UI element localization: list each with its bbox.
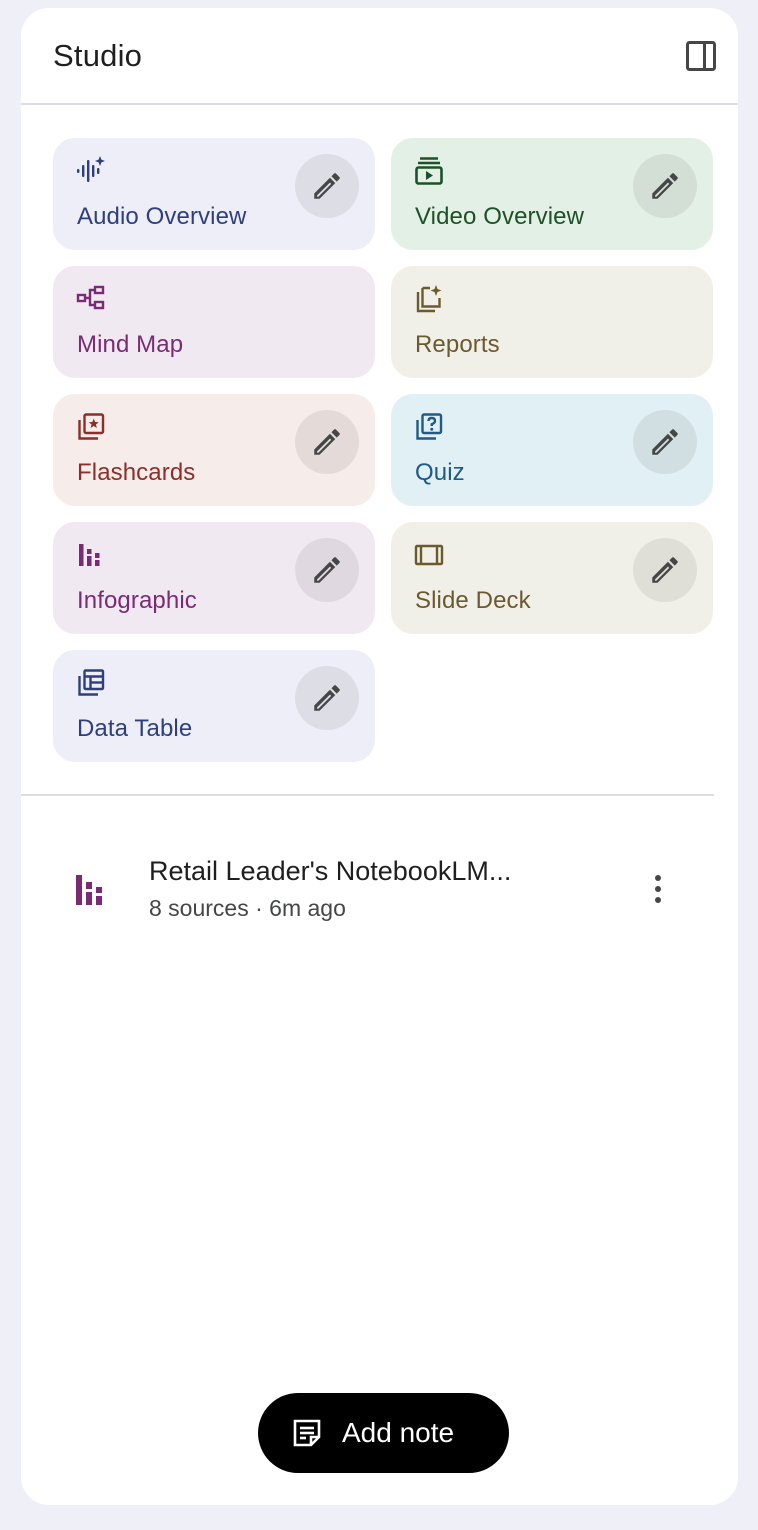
- add-note-button[interactable]: Add note: [258, 1393, 509, 1473]
- pencil-icon: [652, 429, 678, 455]
- edit-infographic-button[interactable]: [295, 538, 359, 602]
- tile-reports[interactable]: Reports: [391, 266, 713, 378]
- tile-label: Infographic: [77, 587, 197, 614]
- tile-label: Flashcards: [77, 459, 196, 486]
- note-icon: [293, 1419, 321, 1447]
- tile-video-overview[interactable]: Video Overview: [391, 138, 713, 250]
- edit-quiz-button[interactable]: [633, 410, 697, 474]
- audio-waveform-sparkle-icon: [77, 156, 105, 182]
- edit-flashcards-button[interactable]: [295, 410, 359, 474]
- pencil-icon: [314, 557, 340, 583]
- tile-quiz[interactable]: Quiz: [391, 394, 713, 506]
- more-vert-icon: [655, 875, 661, 903]
- edit-data-table-button[interactable]: [295, 666, 359, 730]
- pencil-icon: [314, 685, 340, 711]
- video-play-stack-icon: [415, 157, 443, 185]
- studio-header: Studio: [21, 8, 738, 105]
- collapse-panel-button[interactable]: [683, 38, 719, 74]
- panel-title: Studio: [53, 38, 143, 73]
- pencil-icon: [314, 429, 340, 455]
- pencil-icon: [652, 557, 678, 583]
- report-sparkle-icon: [416, 285, 442, 313]
- tile-label: Video Overview: [415, 203, 585, 230]
- infographic-bars-icon: [79, 544, 100, 566]
- slide-deck-icon: [414, 544, 444, 566]
- tile-mind-map[interactable]: Mind Map: [53, 266, 375, 378]
- tile-label: Reports: [415, 331, 500, 358]
- tile-label: Quiz: [415, 459, 465, 486]
- pencil-icon: [314, 173, 340, 199]
- tile-label: Mind Map: [77, 331, 184, 358]
- note-title: Retail Leader's NotebookLM...: [149, 856, 512, 886]
- tile-flashcards[interactable]: Flashcards: [53, 394, 375, 506]
- quiz-question-icon: [416, 413, 443, 440]
- tile-audio-overview[interactable]: Audio Overview: [53, 138, 375, 250]
- note-list-item[interactable]: Retail Leader's NotebookLM... 8 sources …: [21, 838, 738, 938]
- section-divider: [21, 794, 714, 796]
- tile-infographic[interactable]: Infographic: [53, 522, 375, 634]
- data-table-icon: [78, 669, 105, 696]
- flashcards-star-icon: [78, 413, 105, 440]
- side-panel-icon: [686, 41, 716, 71]
- mind-map-icon: [76, 285, 105, 310]
- edit-audio-overview-button[interactable]: [295, 154, 359, 218]
- pencil-icon: [652, 173, 678, 199]
- infographic-bars-icon: [76, 875, 102, 905]
- edit-video-overview-button[interactable]: [633, 154, 697, 218]
- edit-slide-deck-button[interactable]: [633, 538, 697, 602]
- tile-label: Audio Overview: [77, 203, 247, 230]
- note-meta: 8 sources · 6m ago: [149, 895, 346, 921]
- add-note-label: Add note: [342, 1417, 455, 1448]
- studio-panel: Studio Audio Overview Video Overview Min…: [21, 8, 738, 1505]
- tile-data-table[interactable]: Data Table: [53, 650, 375, 762]
- tile-slide-deck[interactable]: Slide Deck: [391, 522, 713, 634]
- tile-label: Slide Deck: [415, 587, 531, 614]
- more-options-button[interactable]: [633, 864, 683, 914]
- tile-label: Data Table: [77, 715, 193, 742]
